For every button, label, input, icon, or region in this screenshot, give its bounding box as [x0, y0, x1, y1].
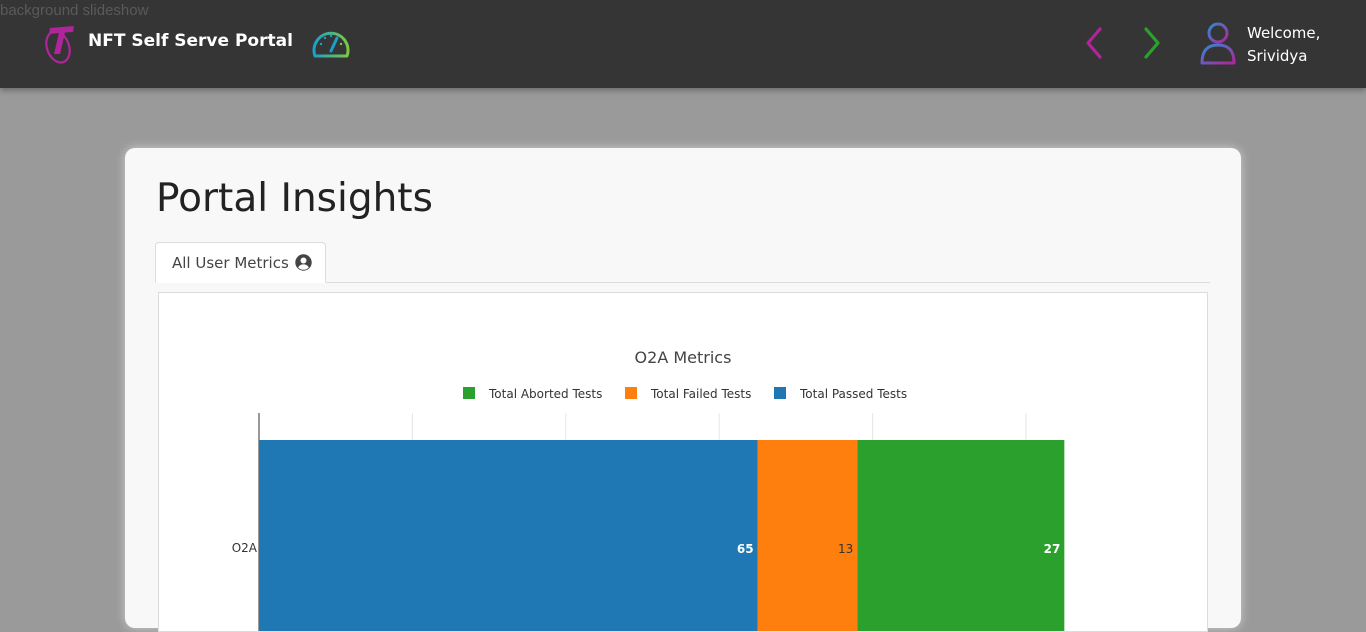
- insights-card: Portal Insights All User Metrics O2A Met…: [125, 148, 1241, 632]
- welcome-message: Welcome, Srividya: [1247, 22, 1320, 68]
- bar-segment: [757, 440, 858, 631]
- chart-panel: O2A Metrics Total Aborted Tests Total Fail…: [158, 292, 1208, 632]
- legend-label: Total Passed Tests: [799, 387, 907, 401]
- legend-label: Total Failed Tests: [650, 387, 751, 401]
- tab-all-user-metrics[interactable]: All User Metrics: [155, 242, 326, 283]
- welcome-label: Welcome,: [1247, 24, 1321, 42]
- chevron-left-icon[interactable]: [1080, 26, 1108, 60]
- brand-title[interactable]: NFT Self Serve Portal: [88, 31, 293, 51]
- bar-value-label: 13: [838, 542, 853, 556]
- background-slideshow-broken-image: background slideshow: [0, 2, 149, 19]
- top-navbar: NFT Self Serve Portal Welcome, Srividya: [0, 0, 1366, 88]
- legend-label: Total Aborted Tests: [488, 387, 602, 401]
- category-label: O2A: [232, 541, 258, 555]
- bar-value-label: 65: [737, 542, 754, 556]
- speedometer-icon[interactable]: [309, 26, 353, 60]
- chevron-right-icon[interactable]: [1138, 26, 1166, 60]
- legend-swatch: [774, 387, 786, 399]
- bar-value-label: 27: [1044, 542, 1061, 556]
- user-circle-icon: [295, 254, 312, 271]
- o2a-metrics-chart: O2A Metrics Total Aborted Tests Total Fail…: [232, 348, 1065, 631]
- bar-segment: [857, 440, 1065, 631]
- user-name: Srividya: [1247, 47, 1308, 65]
- page-title: Portal Insights: [156, 176, 433, 221]
- chart-title: O2A Metrics: [635, 348, 732, 367]
- bar-segment: [259, 440, 758, 631]
- tab-label: All User Metrics: [172, 254, 289, 272]
- legend-swatch: [463, 387, 475, 399]
- user-avatar-icon[interactable]: [1198, 20, 1238, 66]
- legend-swatch: [625, 387, 637, 399]
- telstra-t-logo-icon[interactable]: [40, 22, 80, 64]
